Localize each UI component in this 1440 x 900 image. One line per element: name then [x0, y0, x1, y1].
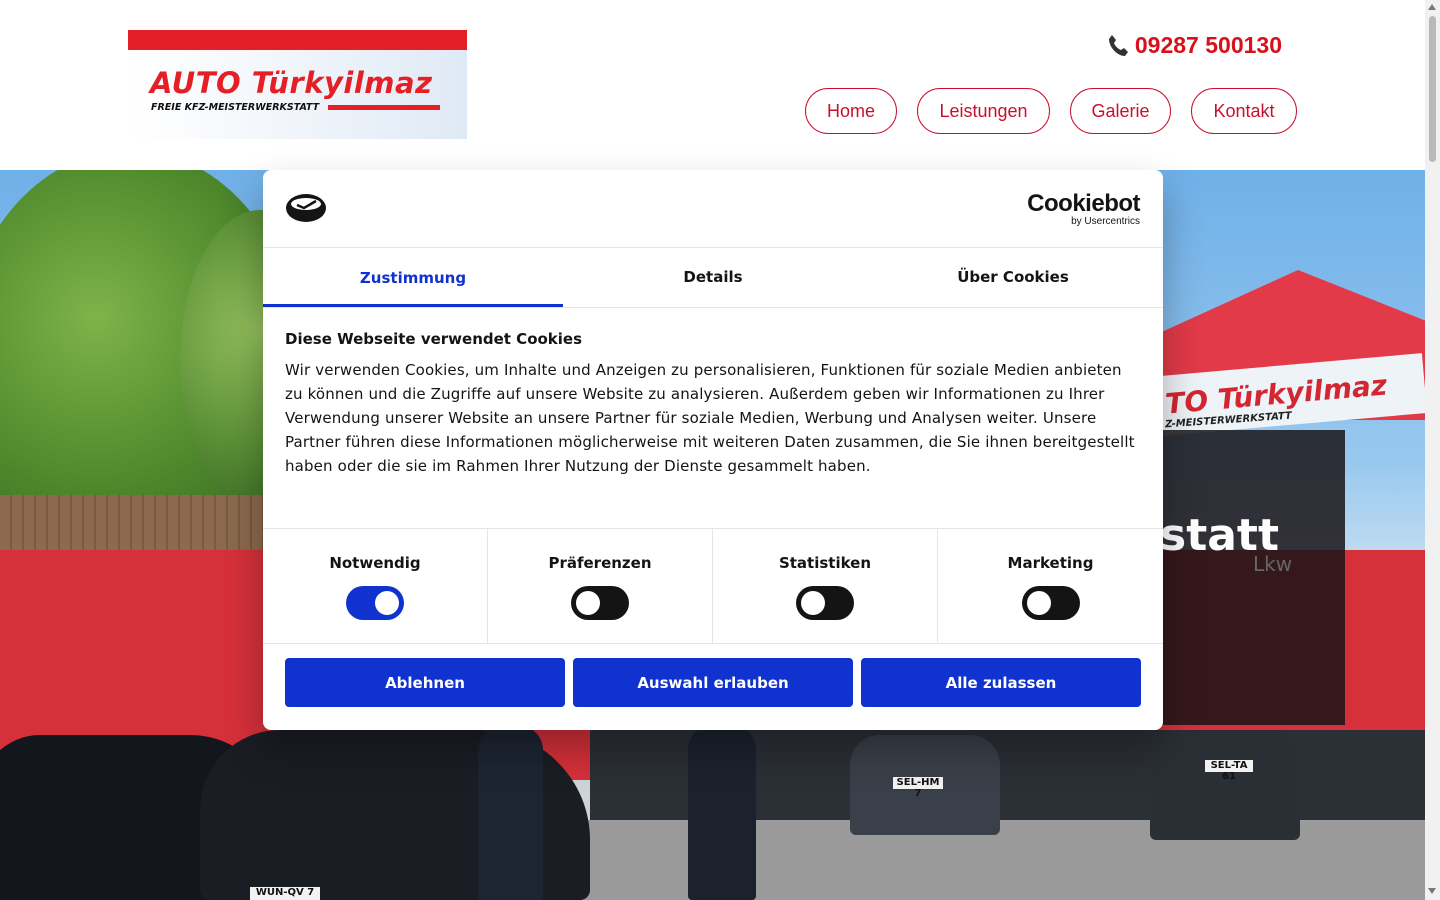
hero-text-overlay	[1150, 430, 1345, 725]
dialog-tabs: Zustimmung Details Über Cookies	[263, 247, 1163, 308]
toggle-knob	[576, 591, 600, 615]
toggle-statistiken-group: Statistiken	[713, 529, 938, 643]
toggle-statistiken[interactable]	[796, 586, 854, 620]
scroll-up-arrow-icon[interactable]	[1428, 4, 1436, 10]
toggle-notwendig[interactable]	[346, 586, 404, 620]
toggle-knob	[375, 591, 399, 615]
license-plate: SEL-HM 7	[893, 777, 943, 799]
toggle-knob	[1026, 591, 1051, 615]
cookie-consent-dialog: Cookiebot by Usercentrics Zustimmung Det…	[263, 170, 1163, 730]
phone-link[interactable]: 09287 500130	[1107, 32, 1282, 59]
toggle-label: Statistiken	[778, 554, 872, 572]
toggle-label: Präferenzen	[548, 554, 652, 572]
phone-icon	[1107, 34, 1129, 58]
toggle-label: Notwendig	[329, 554, 421, 572]
nav-galerie[interactable]: Galerie	[1070, 88, 1171, 134]
logo-subtitle: FREIE KFZ-MEISTERWERKSTATT	[151, 102, 320, 113]
dialog-buttons: Ablehnen Auswahl erlauben Alle zulassen	[285, 658, 1141, 707]
person	[478, 725, 543, 900]
dialog-title: Diese Webseite verwendet Cookies	[285, 330, 583, 348]
tab-ueber-cookies[interactable]: Über Cookies	[863, 247, 1163, 307]
scroll-thumb[interactable]	[1429, 16, 1436, 162]
toggle-knob	[801, 591, 825, 615]
allow-all-button[interactable]: Alle zulassen	[861, 658, 1141, 707]
car	[1150, 730, 1300, 840]
dialog-description: Wir verwenden Cookies, um Inhalte und An…	[285, 361, 1135, 475]
phone-number[interactable]: 09287 500130	[1135, 32, 1282, 59]
cookie-icon	[285, 192, 327, 224]
toggle-praeferenzen-group: Präferenzen	[488, 529, 713, 643]
person	[688, 725, 756, 900]
nav-home[interactable]: Home	[805, 88, 897, 134]
scroll-down-arrow-icon[interactable]	[1428, 888, 1436, 894]
dialog-body: Diese Webseite verwendet Cookies Wir ver…	[285, 330, 1141, 478]
license-plate: WUN-QV 7	[250, 887, 320, 900]
page-scrollbar[interactable]	[1425, 0, 1440, 900]
cookiebot-by: by Usercentrics	[1071, 216, 1140, 227]
toggle-marketing-group: Marketing	[938, 529, 1163, 643]
toggle-praeferenzen[interactable]	[571, 586, 629, 620]
site-header: AUTO Türkyilmaz FREIE KFZ-MEISTERWERKSTA…	[0, 0, 1425, 170]
decline-button[interactable]: Ablehnen	[285, 658, 565, 707]
hero-subheading: Lkw	[1253, 552, 1293, 576]
dialog-header: Cookiebot by Usercentrics	[263, 170, 1163, 248]
toggle-notwendig-group: Notwendig	[263, 529, 488, 643]
cookiebot-logo[interactable]: Cookiebot by Usercentrics	[1027, 192, 1140, 228]
logo-title: AUTO Türkyilmaz	[150, 66, 433, 100]
consent-toggles: Notwendig Präferenzen Statistiken Market…	[263, 528, 1163, 644]
toggle-label: Marketing	[1007, 554, 1094, 572]
allow-selection-button[interactable]: Auswahl erlauben	[573, 658, 853, 707]
tab-zustimmung[interactable]: Zustimmung	[263, 247, 563, 307]
cookiebot-name: Cookiebot	[1027, 190, 1140, 217]
logo-underline	[328, 105, 440, 110]
license-plate: SEL-TA 61	[1205, 760, 1253, 782]
toggle-marketing[interactable]	[1021, 586, 1080, 620]
nav-kontakt[interactable]: Kontakt	[1191, 88, 1297, 134]
nav-leistungen[interactable]: Leistungen	[917, 88, 1050, 134]
site-logo[interactable]: AUTO Türkyilmaz FREIE KFZ-MEISTERWERKSTA…	[128, 30, 467, 139]
tab-details[interactable]: Details	[563, 247, 863, 307]
logo-red-bar	[128, 30, 467, 50]
